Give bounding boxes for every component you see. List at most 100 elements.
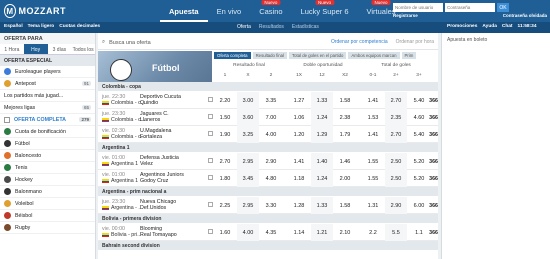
sport-item[interactable]: Tenis — [0, 162, 95, 174]
special-offer-item[interactable]: Los partidos más jugad... — [0, 90, 95, 102]
sport-item[interactable]: Hockey — [0, 174, 95, 186]
sport-item[interactable]: Baloncesto — [0, 150, 95, 162]
odds-cell[interactable]: 3.30 — [260, 203, 282, 209]
odds-cell[interactable]: 5.40 — [408, 132, 430, 138]
odds-cell[interactable]: 2.90 — [385, 197, 407, 214]
stats-icon[interactable] — [208, 229, 213, 234]
more-markets-count[interactable]: 366 — [428, 132, 438, 138]
sport-item[interactable]: Fútbol — [0, 138, 95, 150]
odds-cell[interactable]: 2.00 — [334, 176, 356, 182]
odds-cell[interactable]: 1.50 — [214, 115, 236, 121]
odds-cell[interactable]: 2.38 — [334, 115, 356, 121]
odds-cell[interactable]: 1.1 — [408, 230, 430, 236]
tab-3-days[interactable]: 3 días — [48, 44, 72, 54]
match-row[interactable]: vie. 02:30 Colombia - c... U.Magdalena Fort… — [98, 126, 438, 143]
sort-by-competition[interactable]: Ordenar por competencia — [331, 39, 388, 45]
odds-cell[interactable]: 1.24 — [311, 170, 333, 187]
odds-cell[interactable]: 2.10 — [334, 230, 356, 236]
odds-cell[interactable]: 1.31 — [362, 203, 384, 209]
sport-item[interactable]: Balonmano — [0, 186, 95, 198]
odds-cell[interactable]: 1.80 — [214, 176, 236, 182]
odds-cell[interactable]: 1.27 — [288, 98, 310, 104]
tab-all[interactable]: Todos los — [71, 44, 95, 54]
odds-cell[interactable]: 2.35 — [385, 109, 407, 126]
stats-icon[interactable] — [208, 131, 213, 136]
league-header[interactable]: Argentina - prim nacional a — [98, 187, 438, 196]
stats-icon[interactable] — [208, 114, 213, 119]
search-input[interactable]: Busca una oferta — [109, 40, 151, 46]
sport-item[interactable]: Rugby — [0, 222, 95, 234]
tab-estadisticas[interactable]: Estadísticas — [292, 24, 319, 30]
match-row[interactable]: vie. 01:00 Argentina 1 Argentinos Juniors G… — [98, 170, 438, 187]
odds-cell[interactable]: 1.90 — [214, 132, 236, 138]
odds-cell[interactable]: 2.70 — [385, 126, 407, 143]
theme-select[interactable]: Tema ligero — [28, 24, 55, 29]
odds-cell[interactable]: 1.79 — [334, 132, 356, 138]
odds-cell[interactable]: 5.20 — [408, 176, 430, 182]
odds-cell[interactable]: 1.40 — [311, 153, 333, 170]
odds-cell[interactable]: 2.25 — [214, 203, 236, 209]
odds-cell[interactable]: 3.60 — [237, 109, 259, 126]
market-tab[interactable]: Resultado final — [252, 52, 288, 59]
odds-format-select[interactable]: Cuotas decimales — [59, 24, 100, 29]
odds-cell[interactable]: 5.40 — [408, 98, 430, 104]
odds-cell[interactable]: 2.90 — [260, 159, 282, 165]
odds-cell[interactable]: 1.28 — [288, 203, 310, 209]
nav-item-3[interactable]: Lucky Super 6 Nuevo — [292, 0, 358, 22]
tab-resultados[interactable]: Resultados — [259, 24, 284, 30]
language-select[interactable]: Español — [4, 24, 23, 29]
nav-item-2[interactable]: Casino Nuevo — [250, 0, 291, 22]
league-header[interactable]: Argentina 1 — [98, 143, 438, 152]
more-markets-count[interactable]: 366 — [428, 98, 438, 104]
odds-cell[interactable]: 4.00 — [237, 224, 259, 241]
sport-item[interactable]: Voleibol — [0, 198, 95, 210]
stats-icon[interactable] — [208, 175, 213, 180]
search-bar[interactable]: ⌕ Busca una oferta Ordenar por competenc… — [98, 36, 438, 50]
match-row[interactable]: vie. 00:00 Bolivia - pri... Blooming Real T… — [98, 224, 438, 241]
password-input[interactable] — [445, 3, 495, 12]
odds-cell[interactable]: 3.45 — [237, 170, 259, 187]
odds-cell[interactable]: 4.35 — [260, 230, 282, 236]
odds-cell[interactable]: 1.18 — [288, 176, 310, 182]
odds-cell[interactable]: 2.50 — [385, 170, 407, 187]
odds-cell[interactable]: 1.53 — [362, 115, 384, 121]
odds-cell[interactable]: 5.5 — [385, 224, 407, 241]
stats-icon[interactable] — [208, 158, 213, 163]
odds-cell[interactable]: 1.41 — [362, 132, 384, 138]
odds-cell[interactable]: 1.29 — [311, 126, 333, 143]
odds-cell[interactable]: 2.50 — [385, 153, 407, 170]
help-link[interactable]: Ayuda — [482, 24, 496, 29]
odds-cell[interactable]: 3.00 — [237, 92, 259, 109]
tab-oferta[interactable]: Oferta — [237, 24, 251, 30]
league-header[interactable]: Colombia - copa — [98, 82, 438, 91]
tab-1-hour[interactable]: 1 Hora — [0, 44, 24, 54]
promotions-link[interactable]: Promociones — [447, 24, 477, 29]
odds-cell[interactable]: 1.46 — [334, 159, 356, 165]
odds-cell[interactable]: 1.06 — [288, 115, 310, 121]
market-tab[interactable]: Total de goles en el partido — [289, 52, 347, 59]
odds-cell[interactable]: 1.33 — [311, 92, 333, 109]
match-row[interactable]: jue. 22:30 Colombia - c... Deportivo Cucut… — [98, 92, 438, 109]
sort-by-time[interactable]: Ordenar por hora — [396, 39, 434, 45]
odds-cell[interactable]: 1.55 — [362, 176, 384, 182]
more-markets-count[interactable]: 366 — [428, 176, 438, 182]
odds-cell[interactable]: 2.95 — [237, 197, 259, 214]
more-markets-count[interactable]: 366 — [428, 203, 438, 209]
special-offer-item[interactable]: Antepost 91 — [0, 78, 95, 90]
more-markets-count[interactable]: 366 — [428, 159, 438, 165]
username-input[interactable] — [393, 3, 443, 12]
odds-cell[interactable]: 1.21 — [311, 224, 333, 241]
special-offer-item[interactable]: Euroleague players — [0, 66, 95, 78]
odds-cell[interactable]: 1.14 — [288, 230, 310, 236]
odds-cell[interactable]: 6.00 — [408, 203, 430, 209]
forgot-password-link[interactable]: Contraseña olvidada — [503, 13, 547, 18]
odds-cell[interactable]: 7.00 — [260, 115, 282, 121]
odds-cell[interactable]: 2.95 — [237, 153, 259, 170]
register-link[interactable]: Registrarse — [393, 13, 418, 18]
league-header[interactable]: Bolivia - primera division — [98, 214, 438, 223]
odds-cell[interactable]: 4.80 — [260, 176, 282, 182]
odds-cell[interactable]: 1.41 — [362, 98, 384, 104]
stats-icon[interactable] — [208, 202, 213, 207]
match-row[interactable]: jue. 23:30 Colombia - c... Jaguares C. Llan… — [98, 109, 438, 126]
brand-logo[interactable]: M MOZZART — [4, 3, 66, 19]
